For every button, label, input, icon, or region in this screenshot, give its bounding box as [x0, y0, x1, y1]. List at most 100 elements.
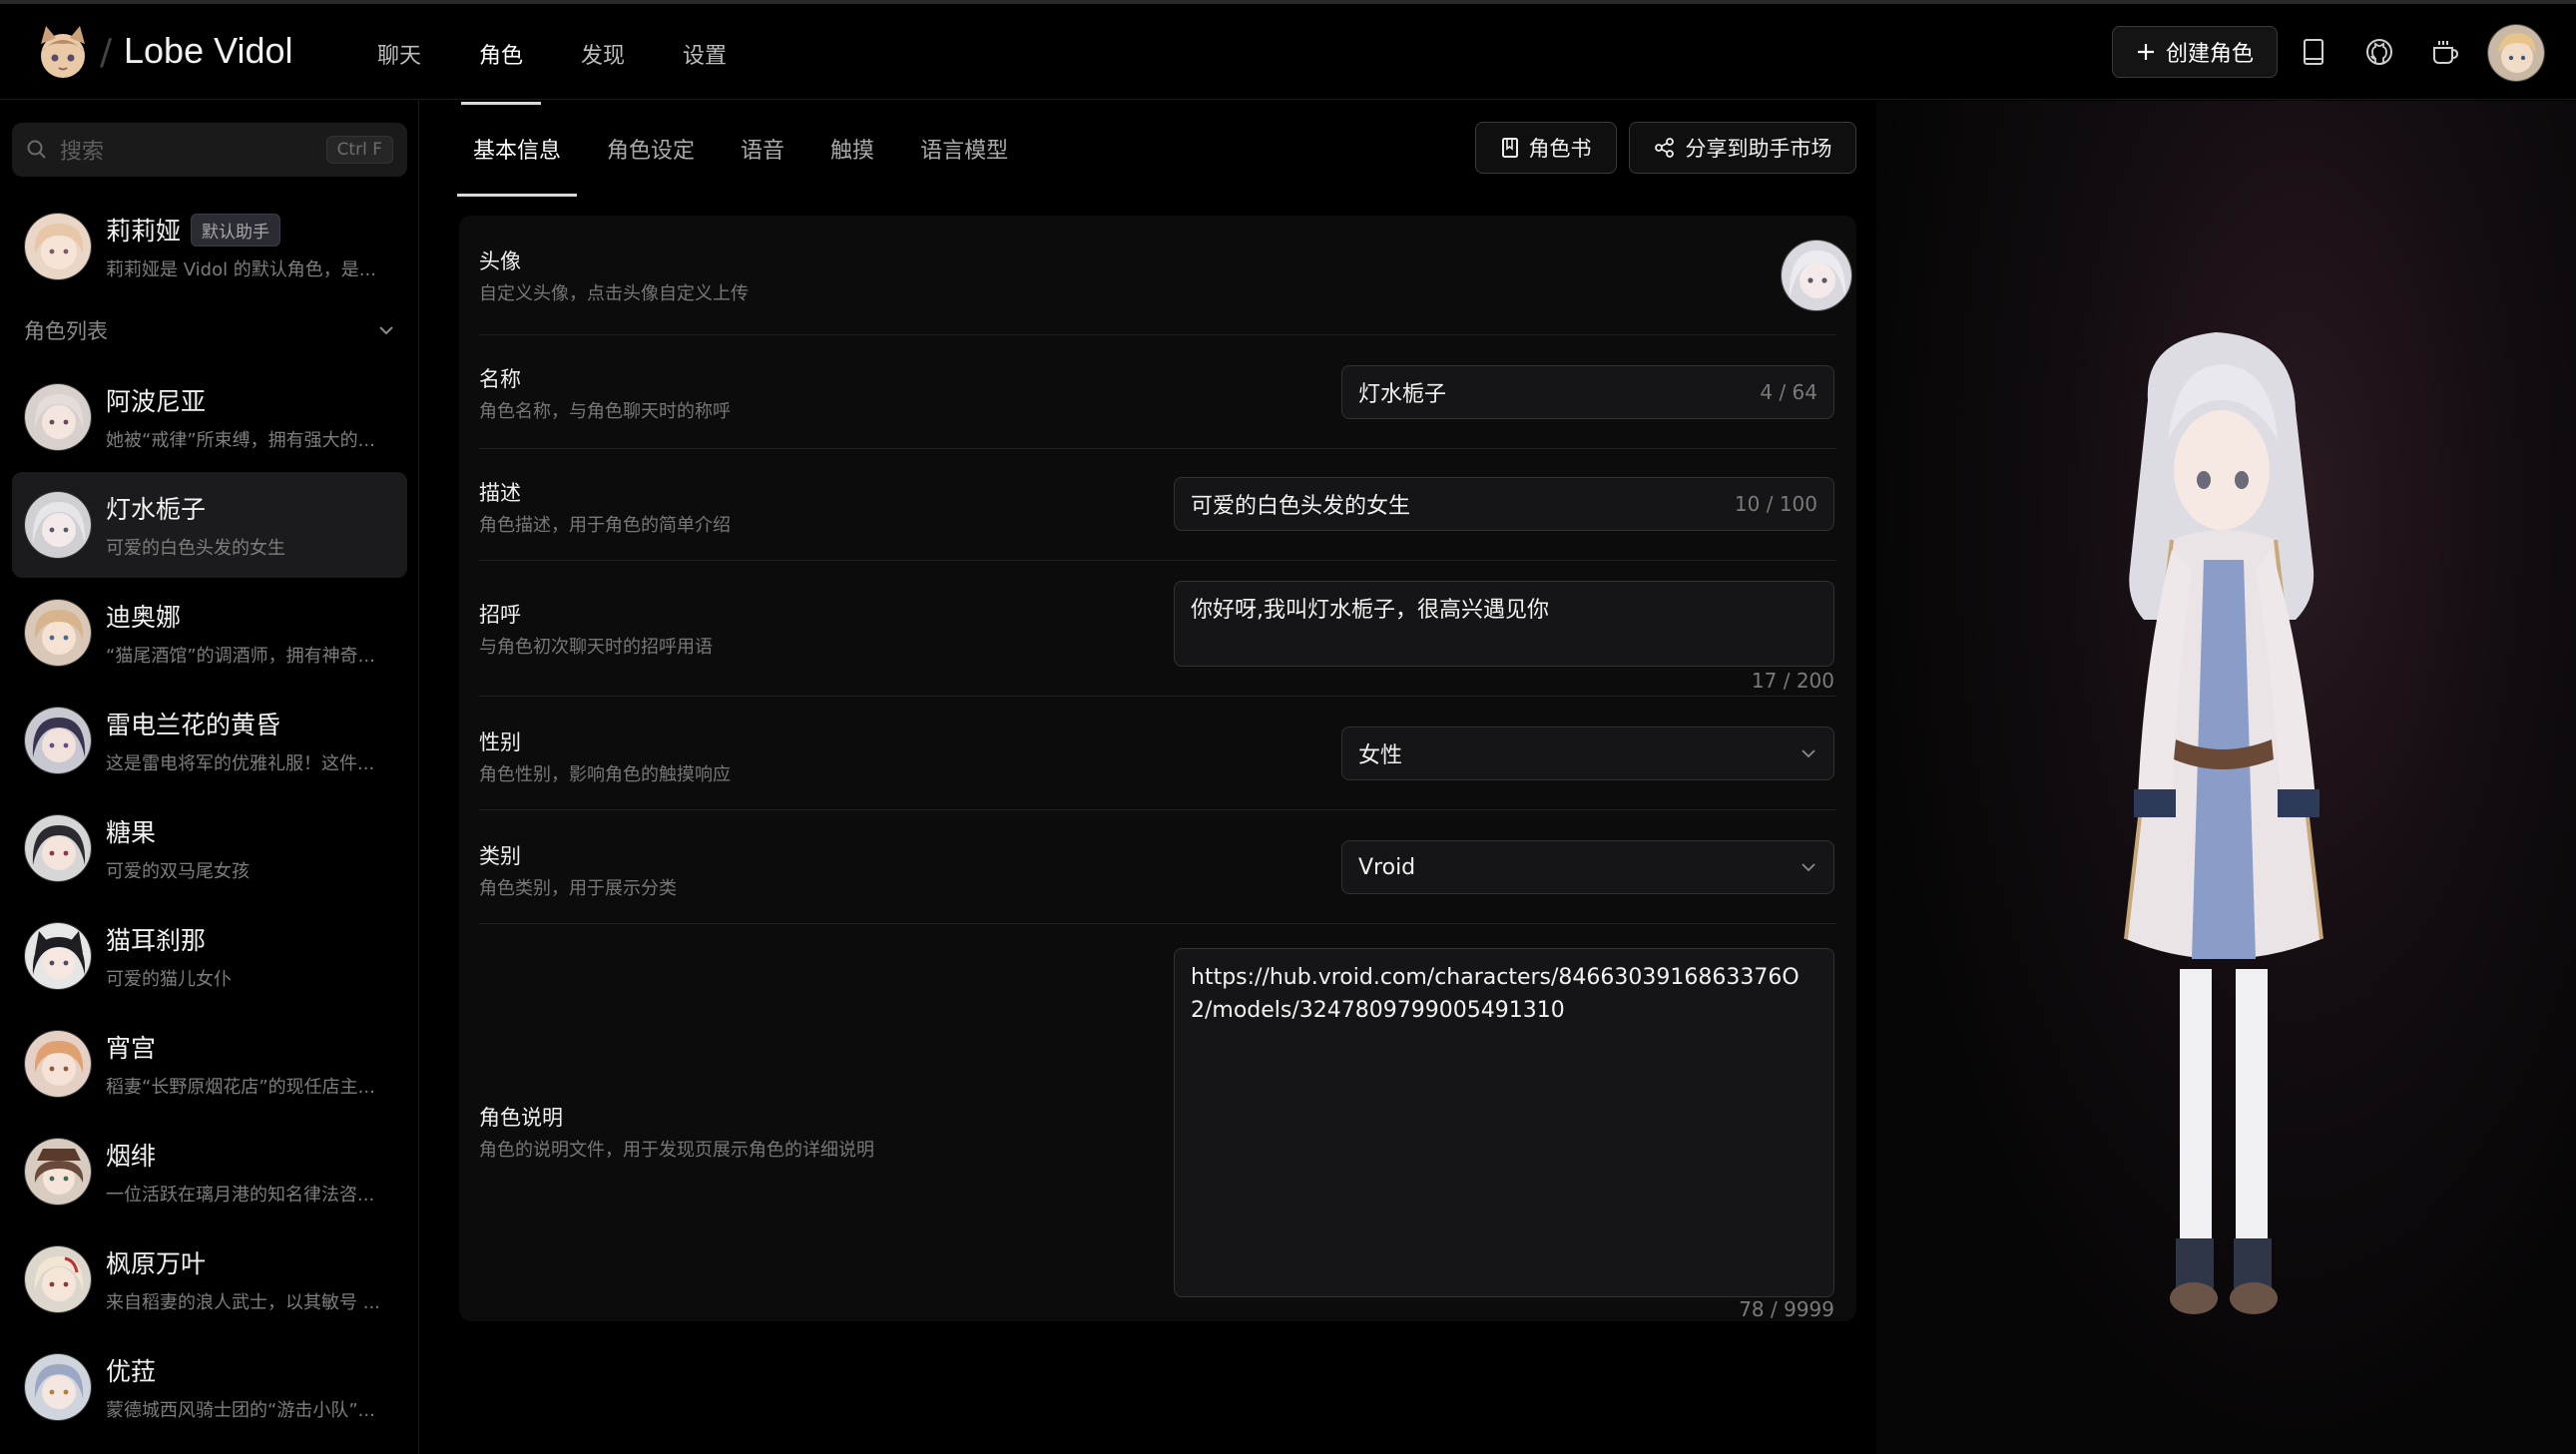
basic-info-form: 头像 自定义头像，点击头像自定义上传 名称 角色名称，与角色聊天时的称呼 灯水栀…	[459, 216, 1856, 1321]
category-value: Vroid	[1358, 854, 1416, 880]
list-item-desc: 可爱的双马尾女孩	[106, 861, 250, 882]
avatar	[24, 814, 92, 882]
default-badge: 默认助手	[191, 213, 281, 246]
search-placeholder: 搜索	[60, 140, 105, 165]
role-list: 阿波尼亚 她被“戒律”所束缚，拥有强大的... 灯水栀子 可爱的白色头发的女生 迪奥…	[12, 364, 407, 1442]
character-model	[2124, 332, 2323, 1314]
greeting-textarea[interactable]: 你好呀,我叫灯水栀子，很高兴遇见你	[1174, 581, 1834, 667]
plus-icon	[2137, 44, 2154, 60]
list-item[interactable]: 迪奥娜 “猫尾酒馆”的调酒师，拥有神奇...	[12, 580, 407, 686]
share-market-button[interactable]: 分享到助手市场	[1629, 122, 1856, 174]
list-item[interactable]: 糖果可爱的双马尾女孩	[12, 795, 407, 901]
nav-settings[interactable]: 设置	[665, 4, 745, 104]
tab-basic-info[interactable]: 基本信息	[457, 101, 578, 197]
user-avatar[interactable]	[2487, 24, 2545, 82]
editor-tabs: 基本信息 角色设定 语音 触摸 语言模型	[457, 101, 1038, 197]
share-market-label: 分享到助手市场	[1685, 137, 1832, 161]
docs-button[interactable]	[2288, 26, 2339, 78]
list-item-name: 灯水栀子	[106, 495, 207, 524]
list-item-desc: 蒙德城西风骑士团的“游击小队”...	[106, 1400, 375, 1421]
main-nav: 聊天 角色 发现 设置	[359, 4, 767, 105]
default-assistant-item[interactable]: 莉莉娅 默认助手 莉莉娅是 Vidol 的默认角色，是...	[12, 199, 407, 294]
chevron-down-icon	[1802, 863, 1815, 872]
category-select[interactable]: Vroid	[1341, 840, 1834, 894]
greeting-row: 招呼 与角色初次聊天时的招呼用语 你好呀,我叫灯水栀子，很高兴遇见你 17 / …	[479, 561, 1836, 697]
description-input[interactable]: 可爱的白色头发的女生 10 / 100	[1174, 477, 1834, 531]
tab-language-model[interactable]: 语言模型	[904, 101, 1024, 197]
search-shortcut: Ctrl F	[325, 136, 393, 164]
list-item[interactable]: 宵宫稻妻“长野原烟花店”的现任店主...	[12, 1011, 407, 1117]
gender-select[interactable]: 女性	[1341, 727, 1834, 780]
category-help: 角色类别，用于展示分类	[479, 878, 677, 899]
tab-touch[interactable]: 触摸	[814, 101, 890, 197]
description-label: 描述	[479, 481, 521, 505]
greeting-char-count: 17 / 200	[1751, 669, 1834, 693]
role-list-header[interactable]: 角色列表	[12, 308, 407, 352]
avatar-upload[interactable]	[1781, 240, 1852, 311]
avatar	[24, 599, 92, 667]
greeting-label: 招呼	[479, 603, 521, 627]
gender-value: 女性	[1358, 743, 1403, 768]
category-row: 类别 角色类别，用于展示分类 Vroid	[479, 810, 1836, 924]
search-icon	[27, 140, 46, 159]
readme-label: 角色说明	[479, 1106, 563, 1130]
avatar	[24, 383, 92, 451]
list-item-desc: 来自稻妻的浪人武士，以其敏号 ...	[106, 1292, 380, 1313]
list-item[interactable]: 枫原万叶 来自稻妻的浪人武士，以其敏号 ...	[12, 1226, 407, 1332]
github-icon	[2366, 39, 2392, 65]
category-label: 类别	[479, 844, 521, 868]
book-icon	[1501, 138, 1518, 158]
list-item-name: 迪奥娜	[106, 603, 182, 632]
avatar	[24, 213, 92, 280]
list-item-desc: 一位活跃在璃月港的知名律法咨...	[106, 1185, 375, 1206]
nav-discover[interactable]: 发现	[563, 4, 643, 104]
greeting-help: 与角色初次聊天时的招呼用语	[479, 637, 713, 658]
default-assistant-desc: 莉莉娅是 Vidol 的默认角色，是...	[106, 259, 376, 280]
sponsor-button[interactable]	[2419, 26, 2471, 78]
list-item-name: 糖果	[106, 818, 157, 847]
search-input[interactable]: 搜索 Ctrl F	[12, 123, 407, 177]
share-icon	[1654, 138, 1674, 158]
default-assistant-name: 莉莉娅	[106, 217, 182, 245]
list-item[interactable]: 雷电兰花的黄昏 这是雷电将军的优雅礼服！这件...	[12, 688, 407, 793]
list-item[interactable]: 优菈蒙德城西风骑士团的“游击小队”...	[12, 1334, 407, 1440]
list-item-name: 雷电兰花的黄昏	[106, 711, 281, 739]
name-label: 名称	[479, 367, 521, 391]
readme-char-count: 78 / 9999	[1739, 1297, 1834, 1321]
brand-separator: /	[100, 32, 113, 73]
avatar	[24, 1245, 92, 1313]
chevron-down-icon	[1802, 749, 1815, 758]
avatar-help: 自定义头像，点击头像自定义上传	[479, 283, 749, 304]
avatar	[24, 491, 92, 559]
name-help: 角色名称，与角色聊天时的称呼	[479, 401, 731, 422]
list-item[interactable]: 烟绯一位活跃在璃月港的知名律法咨...	[12, 1119, 407, 1224]
list-item-desc: 可爱的猫儿女仆	[106, 969, 232, 990]
tab-role-settings[interactable]: 角色设定	[591, 101, 711, 197]
list-item[interactable]: 阿波尼亚 她被“戒律”所束缚，拥有强大的...	[12, 364, 407, 470]
readme-textarea[interactable]: https://hub.vroid.com/characters/8466303…	[1174, 948, 1834, 1297]
avatar	[24, 1353, 92, 1421]
nav-role[interactable]: 角色	[461, 4, 542, 105]
tab-voice[interactable]: 语音	[725, 101, 800, 197]
gender-help: 角色性别，影响角色的触摸响应	[479, 764, 731, 785]
list-item-name: 烟绯	[106, 1142, 157, 1171]
name-input[interactable]: 灯水栀子 4 / 64	[1341, 365, 1834, 419]
list-item-name: 宵宫	[106, 1034, 157, 1063]
list-item-name: 优菈	[106, 1357, 157, 1386]
chevron-down-icon	[379, 326, 393, 335]
gender-row: 性别 角色性别，影响角色的触摸响应 女性	[479, 697, 1836, 810]
list-item[interactable]: 猫耳刹那 可爱的猫儿女仆	[12, 903, 407, 1009]
avatar	[24, 707, 92, 774]
model-preview-stage[interactable]	[1876, 101, 2576, 1454]
app-name[interactable]: Lobe Vidol	[124, 30, 293, 72]
create-role-button[interactable]: 创建角色	[2112, 26, 2278, 78]
top-bar: / Lobe Vidol 聊天 角色 发现 设置 创建角色	[0, 0, 2576, 105]
nav-chat[interactable]: 聊天	[359, 4, 439, 104]
app-logo[interactable]	[32, 22, 94, 84]
role-book-button[interactable]: 角色书	[1475, 122, 1617, 174]
description-value: 可爱的白色头发的女生	[1191, 494, 1411, 519]
github-button[interactable]	[2353, 26, 2405, 78]
list-item-selected[interactable]: 灯水栀子 可爱的白色头发的女生	[12, 472, 407, 578]
list-item-desc: 稻妻“长野原烟花店”的现任店主...	[106, 1077, 375, 1098]
role-list-title: 角色列表	[24, 319, 108, 343]
